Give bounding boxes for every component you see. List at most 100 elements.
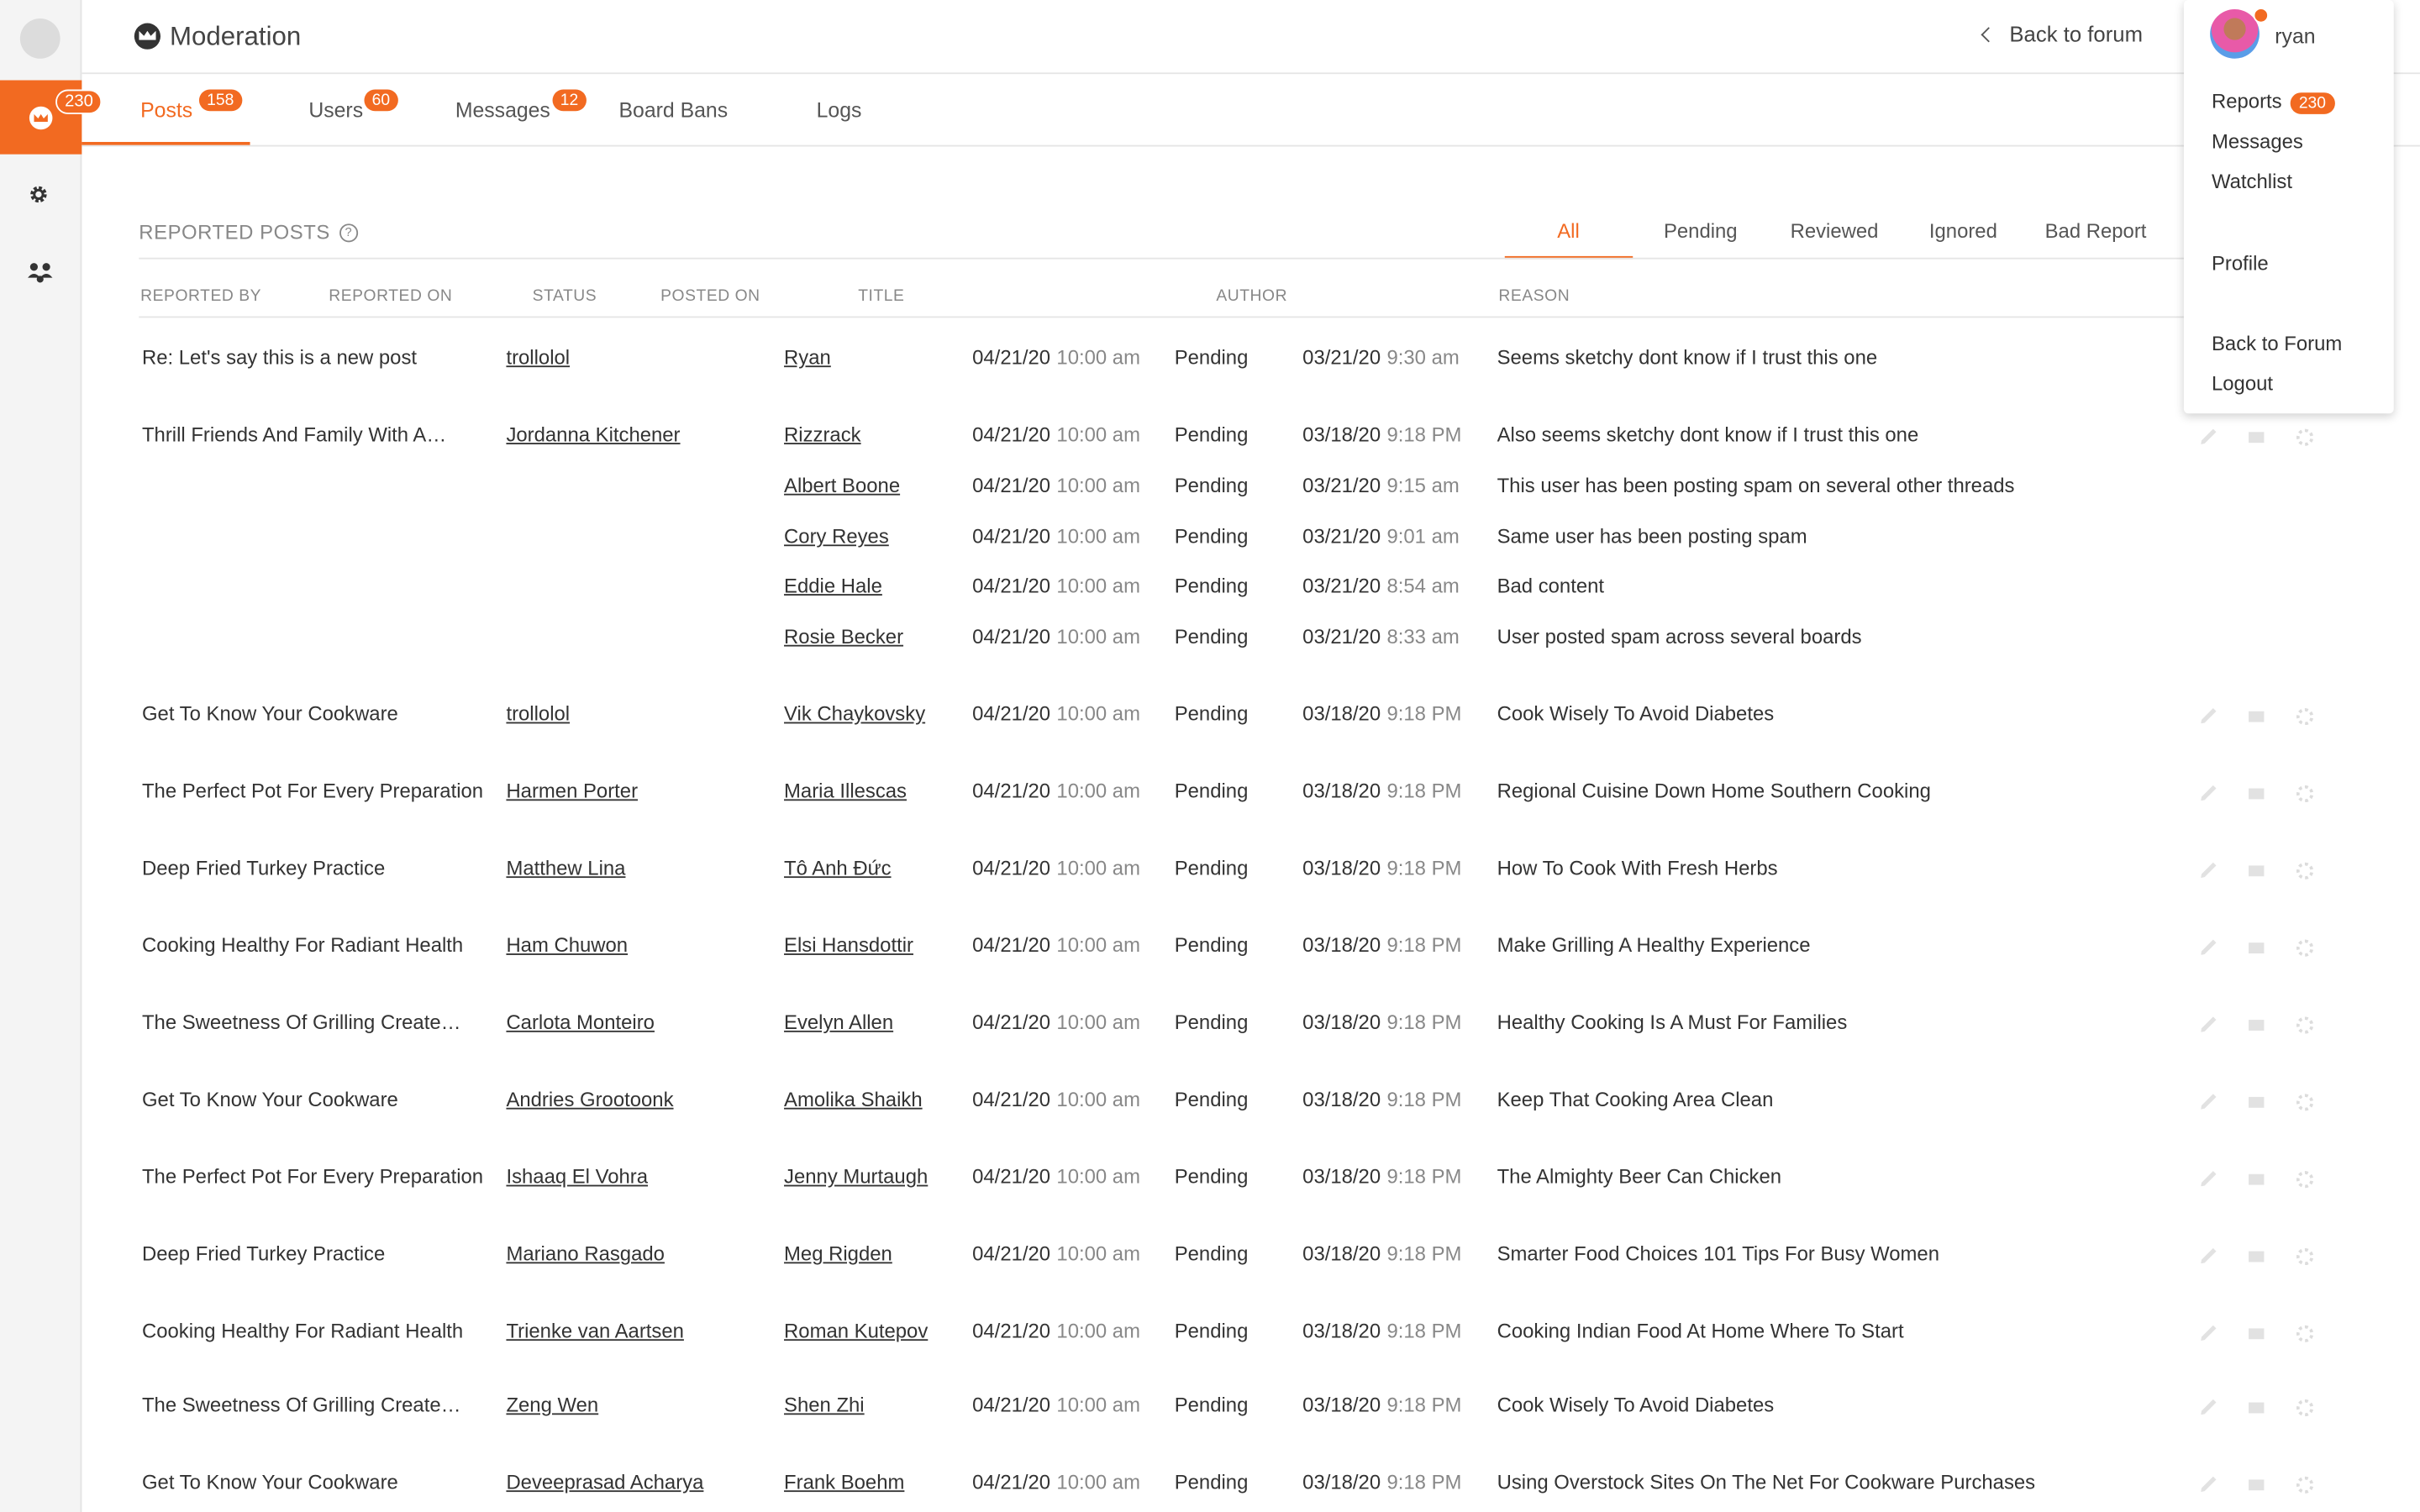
cog-icon[interactable] — [2296, 1094, 2314, 1111]
tab-messages[interactable]: Messages 12 — [455, 89, 587, 122]
mail-icon[interactable] — [2249, 1173, 2265, 1185]
reported-time: 10:00 am — [1056, 1242, 1140, 1266]
mail-icon[interactable] — [2249, 432, 2265, 444]
pencil-icon[interactable] — [2201, 1247, 2217, 1264]
reported-on: 04/21/20 10:00 am — [972, 1165, 1140, 1189]
filter-ignored[interactable]: Ignored — [1929, 219, 1997, 243]
mail-icon[interactable] — [2249, 1251, 2265, 1263]
reporter-link[interactable]: Tô Anh Đức — [784, 856, 891, 879]
cog-icon[interactable] — [2296, 939, 2314, 957]
status-text: Pending — [1174, 345, 1249, 369]
people-icon[interactable] — [26, 260, 54, 285]
filter-pending[interactable]: Pending — [1664, 219, 1738, 243]
cog-icon[interactable] — [2296, 428, 2314, 446]
pencil-icon[interactable] — [2201, 1016, 2217, 1032]
post-author-link[interactable]: Carlota Monteiro — [506, 1011, 655, 1034]
post-title: Cooking Healthy For Radiant Health — [141, 933, 464, 957]
reporter-link[interactable]: Frank Boehm — [784, 1470, 904, 1494]
pencil-icon[interactable] — [2201, 1094, 2217, 1110]
posted-on: 03/21/20 8:33 am — [1302, 625, 1460, 648]
reporter-link[interactable]: Vik Chaykovsky — [784, 702, 925, 726]
cog-icon[interactable] — [2296, 862, 2314, 879]
post-author-link[interactable]: Deveeprasad Acharya — [506, 1470, 703, 1494]
cog-icon[interactable] — [2296, 785, 2314, 803]
post-author-link[interactable]: Mariano Rasgado — [506, 1242, 664, 1266]
post-author-link[interactable]: Ham Chuwon — [506, 933, 628, 957]
reporter-link[interactable]: Rizzrack — [784, 423, 861, 446]
cog-icon[interactable] — [2296, 1476, 2314, 1494]
post-author-link[interactable]: Matthew Lina — [506, 856, 625, 879]
mail-icon[interactable] — [2249, 1020, 2265, 1031]
menu-item-back-to-forum[interactable]: Back to Forum — [2212, 332, 2342, 355]
status-text: Pending — [1174, 574, 1249, 597]
reporter-link[interactable]: Jenny Murtaugh — [784, 1165, 928, 1189]
reporter-link[interactable]: Rosie Becker — [784, 625, 903, 648]
rail-avatar[interactable] — [19, 18, 60, 59]
post-author-link[interactable]: trollolol — [506, 345, 570, 369]
reporter-link[interactable]: Evelyn Allen — [784, 1011, 893, 1034]
reporter-link[interactable]: Maria Illescas — [784, 780, 907, 803]
menu-item-watchlist[interactable]: Watchlist — [2212, 170, 2292, 193]
avatar[interactable] — [2210, 9, 2260, 59]
reporter-link[interactable]: Amolika Shaikh — [784, 1088, 923, 1111]
gear-icon[interactable] — [28, 184, 50, 206]
menu-item-messages[interactable]: Messages — [2212, 129, 2303, 153]
cog-icon[interactable] — [2296, 1325, 2314, 1342]
reporter-link[interactable]: Eddie Hale — [784, 574, 882, 597]
filter-bad-report[interactable]: Bad Report — [2045, 219, 2147, 243]
cog-icon[interactable] — [2296, 1016, 2314, 1034]
tab-posts[interactable]: Posts 158 — [140, 89, 242, 122]
posted-date: 03/18/20 — [1302, 1393, 1381, 1417]
pencil-icon[interactable] — [2201, 1399, 2217, 1415]
menu-item-logout[interactable]: Logout — [2212, 372, 2273, 396]
mail-icon[interactable] — [2249, 1402, 2265, 1414]
mail-icon[interactable] — [2249, 1328, 2265, 1340]
tab-users[interactable]: Users 60 — [308, 89, 398, 122]
report-reason: Regional Cuisine Down Home Southern Cook… — [1497, 779, 1931, 803]
reporter-link[interactable]: Ryan — [784, 345, 831, 369]
mail-icon[interactable] — [2249, 1479, 2265, 1491]
pencil-icon[interactable] — [2201, 939, 2217, 955]
mail-icon[interactable] — [2249, 865, 2265, 877]
reporter-link[interactable]: Shen Zhi — [784, 1394, 865, 1417]
pencil-icon[interactable] — [2201, 785, 2217, 801]
pencil-icon[interactable] — [2201, 862, 2217, 879]
post-author-link[interactable]: Ishaaq El Vohra — [506, 1165, 648, 1189]
filter-all[interactable]: All — [1557, 219, 1580, 243]
mail-icon[interactable] — [2249, 1096, 2265, 1108]
pencil-icon[interactable] — [2201, 1476, 2217, 1493]
reporter-link[interactable]: Elsi Hansdottir — [784, 933, 913, 957]
reporter-link[interactable]: Cory Reyes — [784, 524, 889, 548]
help-icon[interactable]: ? — [339, 223, 358, 242]
post-author-link[interactable]: Andries Grootoonk — [506, 1088, 673, 1111]
back-to-forum-link[interactable]: Back to forum — [1981, 22, 2143, 46]
post-author-link[interactable]: Jordanna Kitchener — [506, 423, 680, 446]
status-text: Pending — [1174, 1470, 1249, 1494]
mail-icon[interactable] — [2249, 711, 2265, 722]
cog-icon[interactable] — [2296, 708, 2314, 726]
post-author-link[interactable]: trollolol — [506, 702, 570, 726]
tab-board-bans[interactable]: Board Bans — [619, 99, 729, 123]
reporter-link[interactable]: Roman Kutepov — [784, 1319, 928, 1342]
post-author-link[interactable]: Trienke van Aartsen — [506, 1319, 683, 1342]
pencil-icon[interactable] — [2201, 1171, 2217, 1187]
filter-reviewed[interactable]: Reviewed — [1791, 219, 1879, 243]
pencil-icon[interactable] — [2201, 708, 2217, 724]
section-title: REPORTED POSTS ? — [139, 221, 358, 244]
reporter-link[interactable]: Albert Boone — [784, 474, 900, 497]
menu-item-profile[interactable]: Profile — [2212, 251, 2269, 275]
reporter-link[interactable]: Meg Rigden — [784, 1242, 892, 1266]
cog-icon[interactable] — [2296, 1399, 2314, 1417]
post-author-link[interactable]: Zeng Wen — [506, 1394, 598, 1417]
post-title: The Perfect Pot For Every Preparation — [141, 1164, 484, 1189]
pencil-icon[interactable] — [2201, 428, 2217, 444]
mail-icon[interactable] — [2249, 788, 2265, 800]
posted-date: 03/18/20 — [1302, 1011, 1381, 1034]
post-author-link[interactable]: Harmen Porter — [506, 780, 638, 803]
cog-icon[interactable] — [2296, 1171, 2314, 1189]
pencil-icon[interactable] — [2201, 1325, 2217, 1341]
mail-icon[interactable] — [2249, 942, 2265, 954]
menu-item-reports[interactable]: Reports 230 — [2212, 90, 2336, 114]
cog-icon[interactable] — [2296, 1247, 2314, 1266]
tab-logs[interactable]: Logs — [817, 99, 862, 123]
